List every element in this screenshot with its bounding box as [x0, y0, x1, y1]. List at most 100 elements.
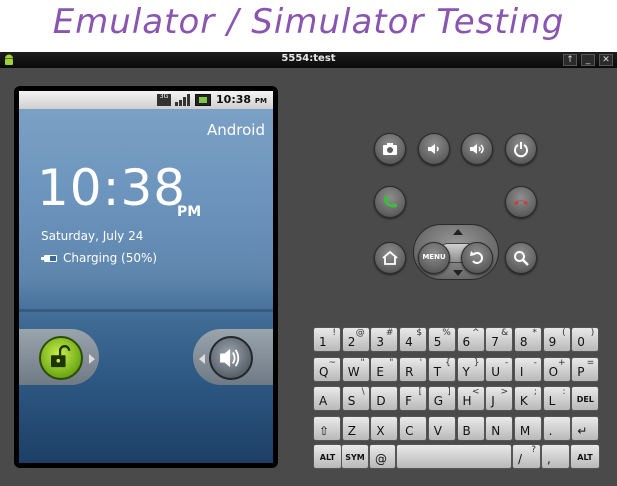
key-3[interactable]: 3 #	[370, 327, 399, 352]
key-2[interactable]: 2 @	[341, 327, 370, 352]
key-2-label: 2	[347, 335, 356, 349]
window-close-button[interactable]: ✕	[599, 54, 613, 66]
call-button[interactable]	[374, 186, 406, 218]
power-button[interactable]	[505, 133, 537, 165]
key-r[interactable]: R '	[399, 357, 428, 382]
delete-key[interactable]: DEL	[571, 386, 600, 411]
key-m[interactable]: M	[513, 416, 542, 441]
key-t-label: T	[433, 365, 442, 379]
comma-key[interactable]: ,	[541, 444, 570, 469]
key-5-label: 5	[433, 335, 442, 349]
key-8[interactable]: 8 *	[513, 327, 542, 352]
search-button[interactable]	[505, 242, 537, 274]
space-key[interactable]	[396, 444, 512, 469]
back-button[interactable]	[461, 242, 493, 274]
key-j[interactable]: J >	[485, 386, 514, 411]
key-p-label: P	[577, 365, 585, 379]
key-7[interactable]: 7 &	[485, 327, 514, 352]
key-a-label: A	[319, 394, 328, 408]
enter-key[interactable]: ↵	[571, 416, 600, 441]
key-t[interactable]: T{	[427, 357, 456, 382]
key-x-label: X	[376, 424, 385, 438]
key-8-alt-label: *	[532, 328, 537, 338]
unlock-icon	[51, 345, 71, 368]
alt-key[interactable]: ALT	[570, 444, 600, 469]
window-minimize-button[interactable]: _	[581, 54, 595, 66]
key-s[interactable]: S \	[341, 386, 370, 411]
key-7-alt-label: &	[501, 328, 509, 338]
key-u[interactable]: U-	[485, 357, 514, 382]
home-button[interactable]	[374, 242, 406, 274]
key-b[interactable]: B	[456, 416, 485, 441]
key-w[interactable]: W "	[341, 357, 370, 382]
dpad-down-icon[interactable]	[453, 270, 463, 276]
dpad-up-icon[interactable]	[453, 229, 463, 235]
window-up-button[interactable]: ↑	[563, 54, 577, 66]
key-e-alt-label: "	[389, 358, 394, 368]
key-n[interactable]: N	[485, 416, 514, 441]
key-k[interactable]: K;	[513, 386, 542, 411]
sound-arrow-icon	[199, 354, 205, 364]
unlock-button[interactable]	[39, 336, 83, 380]
key-c[interactable]: C	[399, 416, 428, 441]
end-call-button[interactable]	[505, 186, 537, 218]
camera-icon	[383, 143, 397, 155]
key-d-label: D	[376, 394, 386, 408]
key-f[interactable]: F[	[399, 386, 428, 411]
key-p[interactable]: P =	[571, 357, 600, 382]
charging-status: Charging (50%)	[63, 251, 158, 265]
key-t-alt-label: {	[445, 358, 451, 368]
key-i[interactable]: I-	[513, 357, 542, 382]
key-l[interactable]: L:	[542, 386, 571, 411]
key-5[interactable]: 5%	[427, 327, 456, 352]
key-y-label: Y	[462, 365, 470, 379]
key-p-alt-label: =	[586, 358, 595, 368]
window-title: 5554:test	[281, 53, 336, 64]
slash-key[interactable]: /?	[512, 444, 541, 469]
key-k-alt-label: ;	[533, 387, 537, 397]
key-l-label: L	[548, 394, 556, 408]
key-x[interactable]: X	[370, 416, 399, 441]
key-o[interactable]: O +	[542, 357, 571, 382]
delete-key-label: DEL	[576, 395, 594, 404]
key-a[interactable]: A	[313, 386, 341, 411]
volume-up-button[interactable]	[461, 133, 493, 165]
camera-button[interactable]	[374, 133, 406, 165]
key-o-alt-label: +	[558, 358, 566, 368]
menu-button[interactable]: MENU	[418, 242, 450, 274]
key-v[interactable]: V	[427, 416, 456, 441]
at-key[interactable]: @	[369, 444, 396, 469]
key-y[interactable]: Y}	[456, 357, 485, 382]
key-1[interactable]: 1!	[313, 327, 341, 352]
key-1-alt-label: !	[332, 328, 336, 338]
alt-key[interactable]: ALT	[313, 444, 342, 469]
key-z[interactable]: Z	[341, 416, 370, 441]
sym-key-label: SYM	[345, 453, 365, 462]
key-q[interactable]: Q ~	[313, 357, 341, 382]
key-e[interactable]: E "	[370, 357, 399, 382]
lockscreen-clock: 10:38	[37, 159, 187, 217]
key-z-label: Z	[347, 424, 356, 438]
phone-screen[interactable]: 3G 10:38 PM Android 10:38 PM Saturday, J…	[19, 91, 273, 463]
sym-key[interactable]: SYM	[341, 444, 369, 469]
key-6[interactable]: 6 ^	[456, 327, 485, 352]
sound-toggle-button[interactable]	[209, 336, 253, 380]
key-0[interactable]: 0)	[571, 327, 600, 352]
key-d[interactable]: D	[370, 386, 399, 411]
key-g-label: G	[433, 394, 444, 408]
slash-key-label: /	[518, 452, 523, 466]
volume-down-icon	[428, 144, 439, 154]
key-3-alt-label: #	[385, 328, 394, 338]
window-titlebar[interactable]: 5554:test ↑ _ ✕	[0, 52, 617, 68]
period-key[interactable]: .	[542, 416, 571, 441]
key-o-label: O	[548, 365, 559, 379]
shift-key[interactable]: ⇧	[313, 416, 341, 441]
volume-down-button[interactable]	[418, 133, 450, 165]
key-g[interactable]: G]	[427, 386, 456, 411]
key-9-label: 9	[548, 335, 557, 349]
volume-up-icon	[470, 144, 484, 154]
key-9[interactable]: 9(	[542, 327, 571, 352]
key-4[interactable]: 4 $	[399, 327, 428, 352]
key-h[interactable]: H <	[456, 386, 485, 411]
key-b-label: B	[462, 424, 471, 438]
